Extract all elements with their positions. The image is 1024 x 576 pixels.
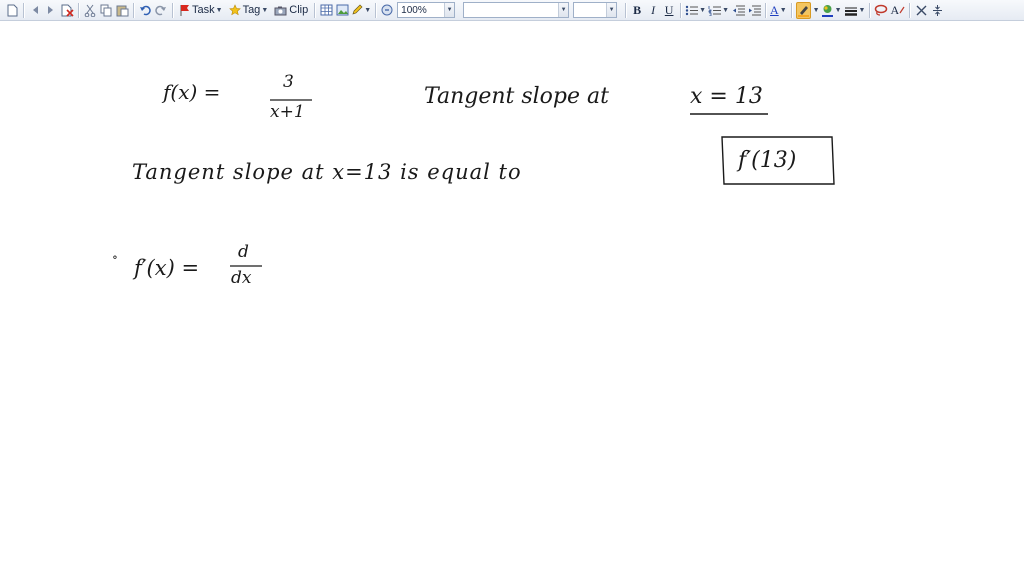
font-size-select[interactable]: ▼ bbox=[573, 2, 618, 18]
toolbar-separator bbox=[23, 2, 24, 18]
chevron-down-icon[interactable]: ▼ bbox=[444, 3, 455, 17]
eraser-icon bbox=[899, 6, 905, 14]
font-style-label: A bbox=[770, 2, 779, 17]
numbered-list-icon[interactable]: ▼ bbox=[708, 2, 729, 19]
link-icon[interactable] bbox=[380, 2, 394, 19]
toolbar-separator bbox=[909, 2, 911, 18]
delete-page-icon[interactable] bbox=[60, 2, 74, 19]
function-definition: f(x) = bbox=[163, 80, 221, 104]
toolbar-separator bbox=[172, 2, 173, 18]
table-icon[interactable] bbox=[319, 2, 333, 19]
note-canvas[interactable]: f(x) = 3 x+1 Tangent slope at x = 13 Tan… bbox=[0, 22, 1024, 576]
boxed-answer: f′(13) bbox=[738, 148, 797, 173]
highlighter-button[interactable] bbox=[795, 1, 811, 19]
toolbar-separator bbox=[314, 2, 316, 18]
toolbar-separator bbox=[869, 2, 871, 18]
increase-indent-icon[interactable] bbox=[747, 2, 761, 19]
chevron-down-icon[interactable]: ▼ bbox=[835, 7, 842, 14]
pen-icon[interactable]: ▼ bbox=[351, 2, 371, 19]
chevron-down-icon[interactable]: ▼ bbox=[859, 7, 866, 14]
font-color-button[interactable]: ▼ bbox=[821, 2, 842, 19]
paste-icon[interactable] bbox=[115, 2, 129, 19]
chevron-down-icon[interactable]: ▼ bbox=[364, 7, 371, 14]
font-style-button[interactable]: A ▼ bbox=[770, 2, 787, 19]
underline-button[interactable]: U bbox=[662, 2, 676, 19]
redo-icon[interactable] bbox=[154, 2, 168, 19]
chevron-down-icon[interactable]: ▼ bbox=[216, 7, 223, 14]
close-icon[interactable] bbox=[914, 2, 928, 19]
chevron-down-icon[interactable]: ▼ bbox=[699, 7, 706, 14]
toolbar-separator bbox=[375, 2, 377, 18]
clear-format-button[interactable]: A bbox=[890, 2, 905, 19]
back-arrow-icon[interactable] bbox=[28, 2, 42, 19]
lasso-icon[interactable] bbox=[874, 2, 888, 19]
zoom-select[interactable]: 100% ▼ bbox=[397, 2, 456, 18]
chevron-down-icon[interactable]: ▼ bbox=[813, 7, 820, 14]
insert-space-icon[interactable] bbox=[930, 2, 944, 19]
toolbar-separator bbox=[133, 2, 134, 18]
decrease-indent-icon[interactable] bbox=[731, 2, 745, 19]
copy-icon[interactable] bbox=[99, 2, 113, 19]
star-icon bbox=[228, 4, 241, 16]
line-style-icon[interactable]: ▼ bbox=[844, 2, 866, 19]
evaluation-point: x = 13 bbox=[690, 84, 763, 109]
toolbar-separator bbox=[790, 2, 792, 18]
cut-icon[interactable] bbox=[83, 2, 97, 19]
bold-button[interactable]: B bbox=[630, 2, 644, 19]
fraction-numerator: 3 bbox=[283, 72, 294, 92]
derivative-denominator: dx bbox=[231, 268, 252, 288]
italic-button[interactable]: I bbox=[646, 2, 660, 19]
derivative-numerator: d bbox=[238, 242, 249, 262]
new-page-icon[interactable] bbox=[5, 2, 19, 19]
font-color-icon bbox=[821, 4, 833, 17]
bullet-list-icon[interactable]: ▼ bbox=[685, 2, 706, 19]
explanation-line: Tangent slope at x=13 is equal to bbox=[132, 160, 522, 184]
clip-label: Clip bbox=[289, 4, 309, 16]
flag-icon bbox=[180, 5, 189, 16]
clip-button[interactable]: Clip bbox=[272, 2, 310, 19]
clear-format-label: A bbox=[890, 2, 900, 17]
chevron-down-icon[interactable]: ▼ bbox=[780, 7, 787, 14]
highlighter-icon bbox=[797, 5, 809, 17]
chevron-down-icon[interactable]: ▼ bbox=[558, 3, 569, 17]
insert-picture-icon[interactable] bbox=[335, 2, 349, 19]
toolbar-separator bbox=[625, 2, 627, 18]
forward-arrow-icon[interactable] bbox=[44, 2, 58, 19]
toolbar-separator bbox=[78, 2, 79, 18]
fraction-denominator: x+1 bbox=[270, 102, 305, 122]
tag-label: Tag bbox=[242, 4, 261, 16]
tag-button[interactable]: Tag ▼ bbox=[227, 2, 271, 19]
chevron-down-icon[interactable]: ▼ bbox=[261, 7, 268, 14]
chevron-down-icon[interactable]: ▼ bbox=[606, 3, 617, 17]
toolbar: Task ▼ Tag ▼ Clip ▼ 100% ▼ ▼ ▼ B I U ▼ ▼ A ▼… bbox=[0, 0, 1024, 21]
task-label: Task bbox=[192, 4, 215, 16]
derivative-lhs: f′(x) = bbox=[134, 256, 200, 280]
bullet-mark: ∘ bbox=[112, 250, 118, 264]
zoom-value: 100% bbox=[401, 4, 427, 16]
toolbar-separator bbox=[765, 2, 767, 18]
camera-icon bbox=[274, 6, 287, 15]
task-button[interactable]: Task ▼ bbox=[177, 2, 225, 19]
font-name-select[interactable]: ▼ bbox=[463, 2, 570, 18]
chevron-down-icon[interactable]: ▼ bbox=[722, 7, 729, 14]
undo-icon[interactable] bbox=[138, 2, 152, 19]
toolbar-separator bbox=[680, 2, 682, 18]
problem-prompt: Tangent slope at bbox=[424, 84, 609, 109]
